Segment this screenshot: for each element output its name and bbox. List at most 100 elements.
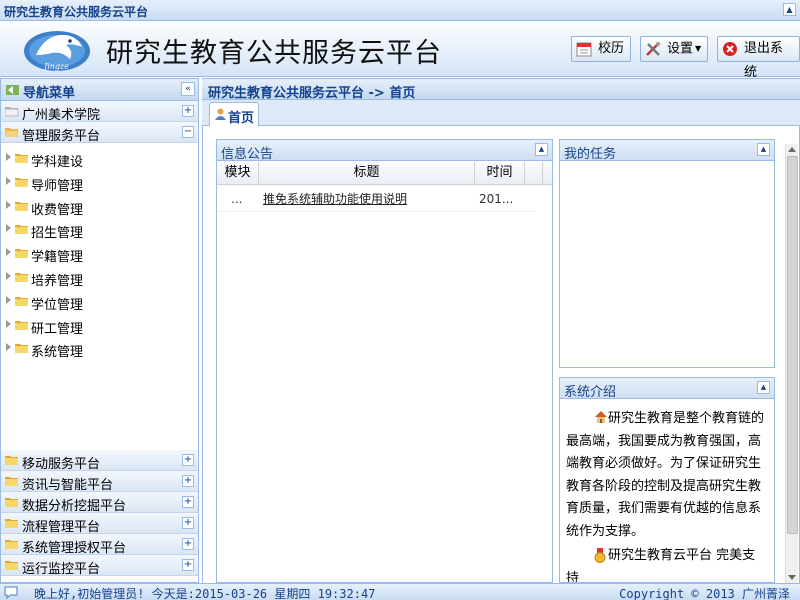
tree-expand-arrow-icon[interactable] [6,271,11,280]
calendar-button-label: 校历 [598,41,625,56]
intro-paragraph-1: 研究生教育是整个教育链的最高端，我国要成为教育强国，高端教育必须做好。为了保证研… [566,411,765,539]
notice-panel: 信息公告 ▲ 模块 标题 时间 ... 推免系统辅助功能使用说明 201... [216,139,553,583]
nav-section-label: 管理服务平台 [22,129,101,144]
tree-expand-arrow-icon[interactable] [6,319,11,328]
panel-collapse-icon[interactable]: ▲ [535,143,548,156]
nav-title: 导航菜单 [23,86,76,101]
nav-section-label: 资讯与智能平台 [22,478,114,493]
nav-section-analytics[interactable]: 数据分析挖掘平台 + [1,492,198,514]
nav-section-label: 移动服务平台 [22,457,101,472]
table-row[interactable]: ... 推免系统辅助功能使用说明 201... [217,186,535,212]
tree-expand-arrow-icon[interactable] [6,224,11,233]
tree-node-system[interactable]: 系统管理 [1,337,198,361]
nav-section-label: 数据分析挖掘平台 [22,499,127,514]
tree-node-student-affairs[interactable]: 研工管理 [1,314,198,338]
status-bar: 晚上好,初始管理员! 今天是:2015-03-26 星期四 19:32:47 C… [0,583,800,600]
folder-icon [5,456,18,465]
nav-section-info[interactable]: 资讯与智能平台 + [1,471,198,493]
copyright-text: Copyright © 2013 广州菁泽 [619,587,790,600]
intro-panel-title: 系统介绍 [564,385,617,400]
calendar-icon [576,42,592,57]
nav-section-authorization[interactable]: 系统管理授权平台 + [1,534,198,556]
nav-tree: 学科建设 导师管理 收费管理 招生管理 学籍管理 培养管理 学位管理 研工管理 … [1,143,198,450]
cell-time: 201... [479,192,514,206]
chat-bubble-icon [4,586,18,599]
window-title: 研究生教育公共服务云平台 [4,5,149,19]
panel-collapse-icon[interactable]: ▲ [757,143,770,156]
home-icon [595,411,607,423]
expand-icon[interactable]: + [182,538,194,550]
folder-icon [15,177,28,187]
folder-icon [5,540,18,549]
nav-section-workflow[interactable]: 流程管理平台 + [1,513,198,535]
tree-node-training[interactable]: 培养管理 [1,266,198,290]
intro-panel-header: 系统介绍 ▲ [560,378,774,400]
calendar-button[interactable]: 校历 [571,36,632,62]
nav-header: 导航菜单 « [1,79,198,101]
nav-section-academy[interactable]: 广州美术学院 + [1,101,198,123]
notice-title-link[interactable]: 推免系统辅助功能使用说明 [263,186,473,212]
tree-expand-arrow-icon[interactable] [6,176,11,185]
folder-icon [5,107,19,117]
logout-button-label: 退出系统 [744,41,784,80]
folder-icon [15,225,28,235]
nav-section-label: 流程管理平台 [22,520,101,535]
expand-icon[interactable]: + [182,454,194,466]
expand-icon[interactable]: + [182,559,194,571]
column-header-time[interactable]: 时间 [475,162,525,184]
collapse-header-icon[interactable]: ▲ [783,3,796,16]
tree-node-supervisor[interactable]: 导师管理 [1,171,198,195]
expand-icon[interactable]: + [182,496,194,508]
tree-node-enrollment[interactable]: 学籍管理 [1,242,198,266]
notice-panel-header: 信息公告 ▲ [217,140,552,162]
nav-section-management[interactable]: 管理服务平台 − [1,122,198,144]
expand-icon[interactable]: + [182,517,194,529]
content-scrollbar[interactable] [785,144,798,583]
tree-expand-arrow-icon[interactable] [6,343,11,352]
tree-expand-arrow-icon[interactable] [6,200,11,209]
folder-icon [5,477,18,486]
nav-menu-icon [6,85,19,95]
tree-node-label: 学籍管理 [31,250,84,266]
tasks-panel: 我的任务 ▲ [559,139,775,368]
folder-icon [15,320,28,330]
tree-node-discipline[interactable]: 学科建设 [1,147,198,171]
logo-text: Jingze [42,62,69,71]
tree-node-fees[interactable]: 收费管理 [1,195,198,219]
app-title: 研究生教育公共服务云平台 [106,38,442,69]
medal-icon [594,548,606,563]
scroll-up-icon[interactable] [788,147,796,152]
tree-expand-arrow-icon[interactable] [6,295,11,304]
scrollbar-thumb[interactable] [787,156,798,534]
tab-home[interactable]: 首页 [209,102,259,126]
nav-section-label: 系统管理授权平台 [22,541,127,556]
scroll-down-icon[interactable] [788,575,796,580]
nav-collapse-icon[interactable]: « [181,82,195,96]
folder-icon [15,272,28,282]
expand-icon[interactable]: + [182,105,194,117]
nav-section-mobile[interactable]: 移动服务平台 + [1,450,198,472]
tree-expand-arrow-icon[interactable] [6,153,11,161]
folder-icon [5,498,18,507]
column-header-module[interactable]: 模块 [217,162,259,184]
tab-label: 首页 [228,111,255,126]
settings-button[interactable]: 设置 ▼ [640,36,709,62]
tree-expand-arrow-icon[interactable] [6,248,11,257]
logout-icon [723,42,737,56]
tree-node-admission[interactable]: 招生管理 [1,218,198,242]
column-header-spacer [525,162,543,184]
tree-node-label: 导师管理 [31,178,84,194]
user-icon [215,108,226,120]
tree-node-degree[interactable]: 学位管理 [1,290,198,314]
logout-button[interactable]: 退出系统 [717,36,800,80]
tasks-panel-header: 我的任务 ▲ [560,140,774,162]
folder-icon [5,561,18,570]
expand-icon[interactable]: + [182,475,194,487]
panel-collapse-icon[interactable]: ▲ [757,381,770,394]
column-header-title[interactable]: 标题 [259,162,475,184]
cell-module: ... [231,192,243,206]
collapse-icon[interactable]: − [182,126,194,138]
tree-node-label: 培养管理 [31,273,84,289]
tools-icon [646,42,660,56]
nav-section-monitoring[interactable]: 运行监控平台 + [1,555,198,577]
